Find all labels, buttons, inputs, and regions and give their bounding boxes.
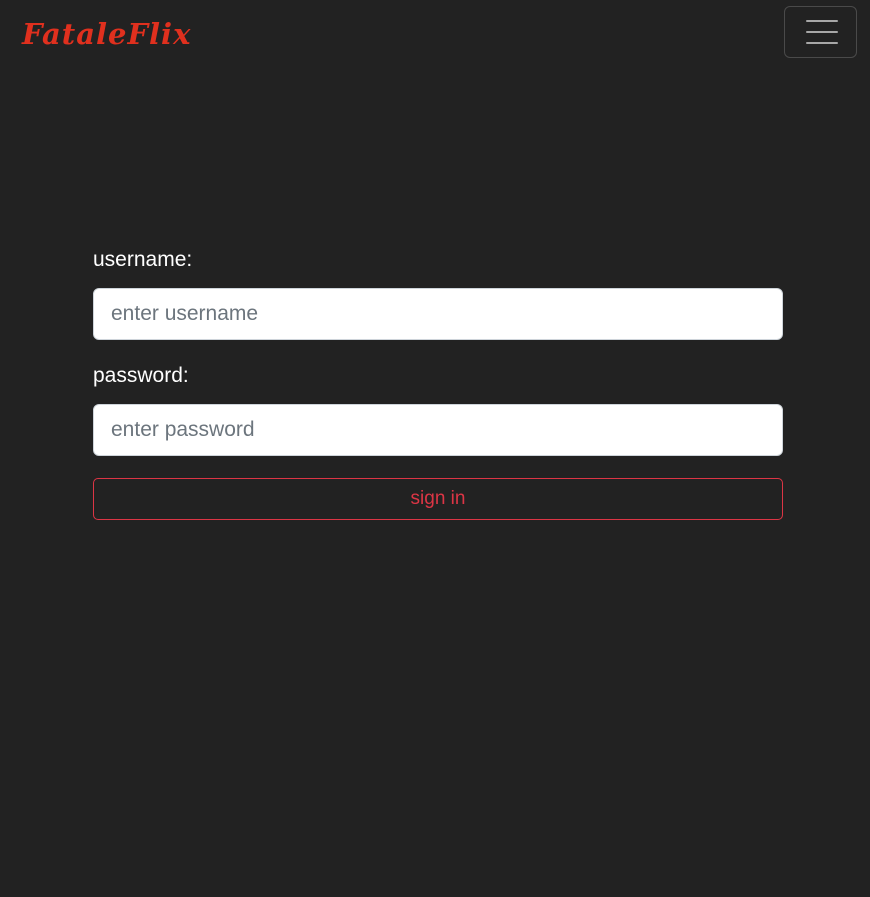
brand-logo[interactable]: FataleFlix	[22, 14, 191, 54]
password-group: password:	[93, 360, 783, 456]
navbar: FataleFlix	[0, 0, 870, 66]
menu-toggle-button[interactable]	[784, 6, 857, 58]
hamburger-bar	[806, 42, 838, 44]
username-group: username:	[93, 244, 783, 340]
hamburger-menu-icon	[806, 20, 838, 46]
password-input[interactable]	[93, 404, 783, 456]
password-label: password:	[93, 364, 189, 387]
username-input[interactable]	[93, 288, 783, 340]
login-form: username: password: sign in	[93, 244, 783, 520]
hamburger-bar	[806, 31, 838, 33]
username-label: username:	[93, 248, 193, 271]
sign-in-button[interactable]: sign in	[93, 478, 783, 520]
hamburger-bar	[806, 20, 838, 22]
